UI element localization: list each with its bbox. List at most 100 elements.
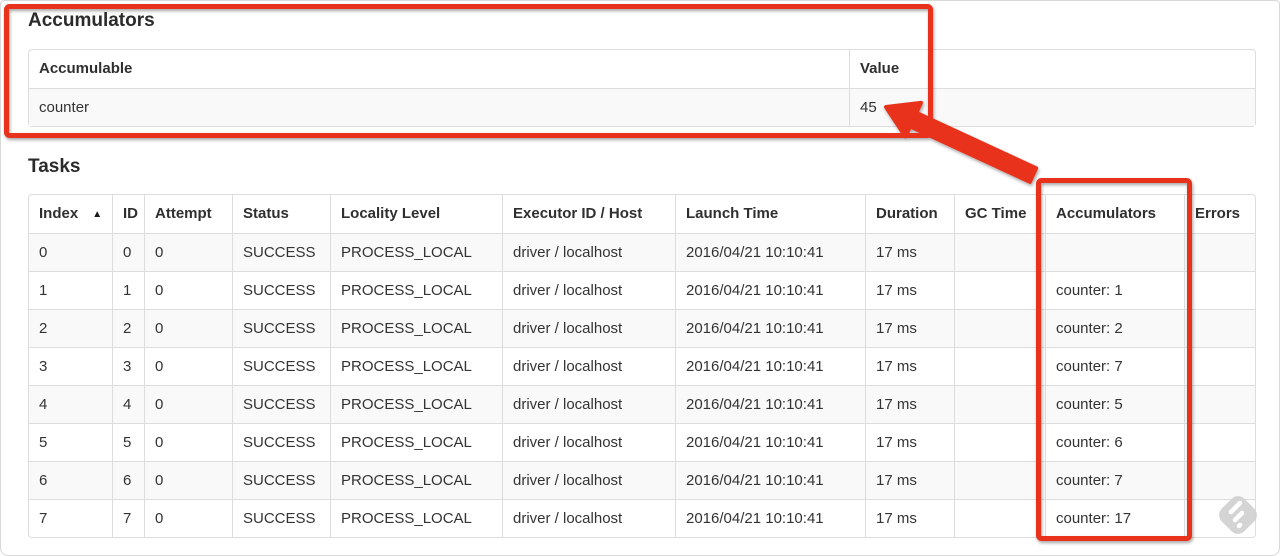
column-header-locality-level[interactable]: Locality Level xyxy=(330,195,502,233)
cell-launch-time: 2016/04/21 10:10:41 xyxy=(675,385,865,423)
column-header-attempt[interactable]: Attempt xyxy=(144,195,232,233)
column-header-errors[interactable]: Errors xyxy=(1184,195,1255,233)
cell-index: 5 xyxy=(29,423,112,461)
task-row: 6 6 0 SUCCESS PROCESS_LOCAL driver / loc… xyxy=(29,461,1255,499)
cell-launch-time: 2016/04/21 10:10:41 xyxy=(675,347,865,385)
cell-id: 3 xyxy=(112,347,144,385)
cell-gc-time xyxy=(954,309,1045,347)
column-header-launch-time[interactable]: Launch Time xyxy=(675,195,865,233)
cell-executor: driver / localhost xyxy=(502,461,675,499)
cell-errors xyxy=(1184,385,1255,423)
sort-ascending-icon: ▲ xyxy=(92,208,103,220)
cell-errors xyxy=(1184,347,1255,385)
cell-launch-time: 2016/04/21 10:10:41 xyxy=(675,423,865,461)
cell-errors xyxy=(1184,423,1255,461)
column-header-accumulable[interactable]: Accumulable xyxy=(29,50,849,88)
cell-duration: 17 ms xyxy=(865,385,954,423)
tasks-table: Index ▲ ID Attempt Status Locality Level … xyxy=(28,194,1256,538)
column-header-duration[interactable]: Duration xyxy=(865,195,954,233)
cell-status: SUCCESS xyxy=(232,423,330,461)
cell-accumulators: counter: 7 xyxy=(1045,347,1184,385)
cell-attempt: 0 xyxy=(144,233,232,271)
cell-gc-time xyxy=(954,423,1045,461)
cell-index: 3 xyxy=(29,347,112,385)
task-row: 7 7 0 SUCCESS PROCESS_LOCAL driver / loc… xyxy=(29,499,1255,537)
cell-attempt: 0 xyxy=(144,385,232,423)
cell-executor: driver / localhost xyxy=(502,499,675,537)
cell-duration: 17 ms xyxy=(865,309,954,347)
cell-id: 6 xyxy=(112,461,144,499)
cell-errors xyxy=(1184,233,1255,271)
column-header-id[interactable]: ID xyxy=(112,195,144,233)
accumulators-section-title: Accumulators xyxy=(28,10,155,31)
cell-accumulators: counter: 1 xyxy=(1045,271,1184,309)
task-row: 5 5 0 SUCCESS PROCESS_LOCAL driver / loc… xyxy=(29,423,1255,461)
accumulators-header-row: Accumulable Value xyxy=(29,50,1255,88)
cell-id: 4 xyxy=(112,385,144,423)
accumulator-row: counter 45 xyxy=(29,88,1255,126)
cell-gc-time xyxy=(954,347,1045,385)
cell-gc-time xyxy=(954,233,1045,271)
cell-accumulators: counter: 5 xyxy=(1045,385,1184,423)
column-header-executor-id-host[interactable]: Executor ID / Host xyxy=(502,195,675,233)
cell-status: SUCCESS xyxy=(232,461,330,499)
cell-attempt: 0 xyxy=(144,347,232,385)
cell-id: 5 xyxy=(112,423,144,461)
task-row: 1 1 0 SUCCESS PROCESS_LOCAL driver / loc… xyxy=(29,271,1255,309)
cell-index: 4 xyxy=(29,385,112,423)
cell-attempt: 0 xyxy=(144,461,232,499)
cell-index: 6 xyxy=(29,461,112,499)
skitch-watermark-icon xyxy=(1219,496,1257,534)
accumulators-table: Accumulable Value counter 45 xyxy=(28,49,1256,127)
cell-status: SUCCESS xyxy=(232,499,330,537)
cell-launch-time: 2016/04/21 10:10:41 xyxy=(675,233,865,271)
task-row: 3 3 0 SUCCESS PROCESS_LOCAL driver / loc… xyxy=(29,347,1255,385)
cell-locality: PROCESS_LOCAL xyxy=(330,423,502,461)
cell-duration: 17 ms xyxy=(865,461,954,499)
cell-executor: driver / localhost xyxy=(502,233,675,271)
column-header-value[interactable]: Value xyxy=(849,50,1255,88)
cell-attempt: 0 xyxy=(144,423,232,461)
column-header-accumulators[interactable]: Accumulators xyxy=(1045,195,1184,233)
cell-id: 7 xyxy=(112,499,144,537)
cell-launch-time: 2016/04/21 10:10:41 xyxy=(675,499,865,537)
cell-accumulators: counter: 17 xyxy=(1045,499,1184,537)
cell-accumulators: counter: 2 xyxy=(1045,309,1184,347)
cell-status: SUCCESS xyxy=(232,385,330,423)
cell-locality: PROCESS_LOCAL xyxy=(330,499,502,537)
cell-duration: 17 ms xyxy=(865,233,954,271)
cell-duration: 17 ms xyxy=(865,499,954,537)
cell-id: 1 xyxy=(112,271,144,309)
cell-duration: 17 ms xyxy=(865,423,954,461)
task-row: 0 0 0 SUCCESS PROCESS_LOCAL driver / loc… xyxy=(29,233,1255,271)
cell-duration: 17 ms xyxy=(865,347,954,385)
tasks-section-title: Tasks xyxy=(28,156,81,177)
column-header-index[interactable]: Index ▲ xyxy=(29,195,112,233)
cell-launch-time: 2016/04/21 10:10:41 xyxy=(675,271,865,309)
cell-executor: driver / localhost xyxy=(502,347,675,385)
spark-ui-stage-page: Accumulators Accumulable Value counter 4… xyxy=(0,0,1280,556)
accumulable-value-cell: 45 xyxy=(849,88,1255,126)
cell-gc-time xyxy=(954,385,1045,423)
task-row: 4 4 0 SUCCESS PROCESS_LOCAL driver / loc… xyxy=(29,385,1255,423)
cell-attempt: 0 xyxy=(144,499,232,537)
cell-launch-time: 2016/04/21 10:10:41 xyxy=(675,461,865,499)
cell-index: 2 xyxy=(29,309,112,347)
column-header-gc-time[interactable]: GC Time xyxy=(954,195,1045,233)
cell-locality: PROCESS_LOCAL xyxy=(330,271,502,309)
cell-locality: PROCESS_LOCAL xyxy=(330,309,502,347)
cell-status: SUCCESS xyxy=(232,347,330,385)
column-header-status[interactable]: Status xyxy=(232,195,330,233)
cell-gc-time xyxy=(954,499,1045,537)
cell-id: 2 xyxy=(112,309,144,347)
cell-id: 0 xyxy=(112,233,144,271)
tasks-header-row: Index ▲ ID Attempt Status Locality Level … xyxy=(29,195,1255,233)
cell-locality: PROCESS_LOCAL xyxy=(330,347,502,385)
cell-gc-time xyxy=(954,461,1045,499)
cell-errors xyxy=(1184,271,1255,309)
cell-duration: 17 ms xyxy=(865,271,954,309)
cell-index: 1 xyxy=(29,271,112,309)
cell-attempt: 0 xyxy=(144,309,232,347)
cell-accumulators: counter: 7 xyxy=(1045,461,1184,499)
cell-status: SUCCESS xyxy=(232,271,330,309)
